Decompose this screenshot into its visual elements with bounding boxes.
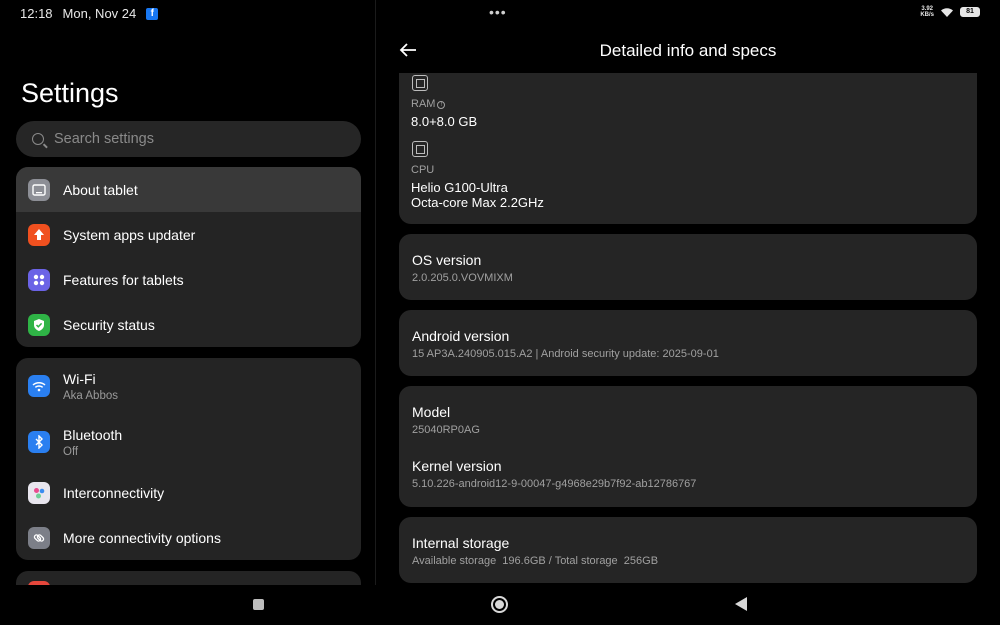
pane-divider [375,0,376,585]
kernel-value: 5.10.226-android12-9-00047-g4968e29b7f92… [412,478,697,490]
status-bar-left: 12:18 Mon, Nov 24 f [20,6,159,21]
kernel-row[interactable]: Kernel version 5.10.226-android12-9-0004… [412,458,977,490]
recents-button[interactable] [253,599,264,610]
sidebar-item-label: Security status [63,316,155,333]
status-date: Mon, Nov 24 [62,6,137,21]
sidebar-item-label: Bluetooth [63,426,123,443]
model-title: Model [412,404,451,420]
link-icon [28,526,50,549]
wifi-network-name: Aka Abbos [63,389,118,402]
ram-value: 8.0+8.0 GB [411,114,478,129]
ram-chip-icon [412,75,428,91]
info-icon[interactable]: ! [437,101,446,109]
storage-title: Internal storage [412,535,510,551]
model-row[interactable]: Model 25040RP0AG [412,404,977,436]
bluetooth-status: Off [63,445,79,458]
sidebar-item-label: Interconnectivity [63,484,165,501]
tablet-icon [28,178,50,201]
sidebar-item-label: About tablet [63,181,138,198]
cpu-label: CPU [411,164,435,176]
android-version-title: Android version [412,328,510,344]
sidebar-item-label: Features for tablets [63,271,184,288]
back-button[interactable] [735,597,747,611]
arrow-up-icon [28,223,50,246]
status-time: 12:18 [20,6,53,21]
kernel-title: Kernel version [412,458,502,474]
battery-icon: 81 [960,7,980,17]
settings-group-partial [16,571,361,585]
sidebar-item-more-connectivity[interactable]: More connectivity options [16,515,361,560]
search-placeholder: Search settings [54,131,154,147]
model-kernel-card: Model 25040RP0AG Kernel version 5.10.226… [399,386,977,507]
sidebar-item-label: More connectivity options [63,529,221,546]
settings-title: Settings [21,78,119,108]
home-button[interactable] [491,596,508,613]
sidebar-item-wifi[interactable]: Wi-Fi Aka Abbos [16,358,361,414]
settings-group-device: About tablet System apps updater Feature… [16,167,361,347]
network-speed: 3.92 KB/s [920,6,934,18]
sidebar-item-bluetooth[interactable]: Bluetooth Off [16,414,361,470]
android-version-value: 15 AP3A.240905.015.A2 | Android security… [412,348,719,360]
os-version-title: OS version [412,252,482,268]
search-icon [32,133,44,145]
cpu-model: Helio G100-Ultra [411,180,508,195]
os-version-card[interactable]: OS version 2.0.205.0.VOVMIXM [399,234,977,300]
wifi-icon [28,375,50,397]
sidebar-item-features-for-tablets[interactable]: Features for tablets [16,257,361,302]
interconnect-icon [28,481,50,504]
status-bar-right: 3.92 KB/s 81 [920,6,980,18]
partial-item-icon [28,581,50,585]
os-version-value: 2.0.205.0.VOVMIXM [412,272,513,284]
facebook-icon: f [146,7,159,20]
sidebar-item-label: System apps updater [63,226,196,243]
wifi-status-icon [941,7,953,17]
page-title: Detailed info and specs [599,41,777,60]
cpu-chip-icon [412,141,428,157]
shield-check-icon [28,313,50,336]
hardware-specs-card: RAM! 8.0+8.0 GB CPU Helio G100-Ultra Oct… [399,73,977,224]
sidebar-item-system-apps-updater[interactable]: System apps updater [16,212,361,257]
sidebar-item-interconnectivity[interactable]: Interconnectivity [16,470,361,515]
grid-icon [28,268,50,291]
cpu-cores: Octa-core Max 2.2GHz [411,195,544,210]
window-menu-dots[interactable]: ••• [489,4,507,20]
sidebar-item-security-status[interactable]: Security status [16,302,361,347]
internal-storage-card[interactable]: Internal storage Available storage 196.6… [399,517,977,583]
storage-value: Available storage 196.6GB / Total storag… [412,555,659,567]
ram-label: RAM! [411,98,446,110]
settings-group-connectivity: Wi-Fi Aka Abbos Bluetooth Off Interconne… [16,358,361,560]
sidebar-item-about-tablet[interactable]: About tablet [16,167,361,212]
android-version-card[interactable]: Android version 15 AP3A.240905.015.A2 | … [399,310,977,376]
sidebar-item-label: Wi-Fi [63,370,96,387]
bluetooth-icon [28,431,50,453]
model-value: 25040RP0AG [412,424,480,436]
search-input[interactable]: Search settings [16,121,361,157]
ram-label-text: RAM [411,98,436,110]
speed-unit: KB/s [920,12,934,18]
